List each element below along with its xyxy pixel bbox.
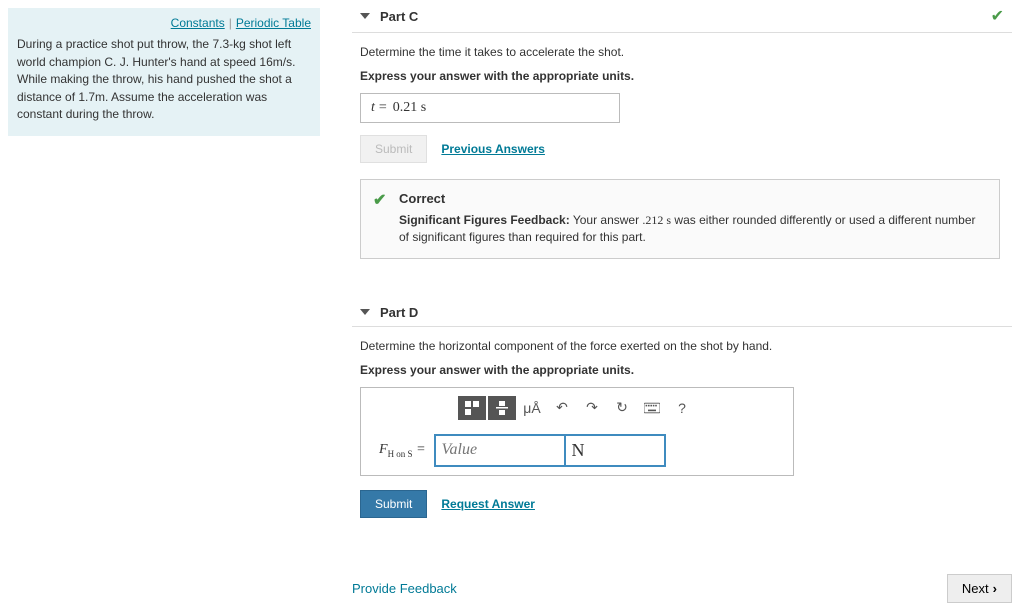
part-d-var-label: FH on S = (379, 442, 426, 459)
link-separator: | (225, 16, 236, 30)
unit-symbol-button[interactable]: μÅ (518, 396, 546, 420)
part-c-complete-check-icon: ✔ (991, 6, 1004, 26)
constants-link[interactable]: Constants (171, 16, 225, 30)
part-d-value-input[interactable] (436, 436, 566, 465)
part-c-value: 0.21 s (393, 100, 426, 116)
part-d-unit-input[interactable] (566, 436, 664, 465)
undo-icon[interactable]: ↶ (548, 396, 576, 420)
periodic-table-link[interactable]: Periodic Table (236, 16, 311, 30)
part-d-header[interactable]: Part D (352, 299, 1012, 327)
feedback-body: Significant Figures Feedback: Your answe… (399, 212, 985, 246)
reset-icon[interactable]: ↻ (608, 396, 636, 420)
template-icon[interactable] (458, 396, 486, 420)
answer-toolbar: μÅ ↶ ↷ ↻ ? (369, 396, 785, 420)
problem-statement: During a practice shot put throw, the 7.… (17, 36, 311, 123)
previous-answers-link[interactable]: Previous Answers (441, 142, 545, 156)
provide-feedback-link[interactable]: Provide Feedback (352, 581, 457, 596)
feedback-title: Correct (399, 190, 985, 208)
part-c-express: Express your answer with the appropriate… (360, 69, 1004, 83)
part-c-submit-button: Submit (360, 135, 427, 163)
chevron-right-icon: › (993, 581, 997, 596)
keyboard-icon[interactable] (638, 396, 666, 420)
redo-icon[interactable]: ↷ (578, 396, 606, 420)
chevron-down-icon[interactable] (360, 13, 370, 19)
part-d-submit-button[interactable]: Submit (360, 490, 427, 518)
fraction-icon[interactable] (488, 396, 516, 420)
part-c-equals: = (375, 100, 393, 116)
part-d-express: Express your answer with the appropriate… (360, 363, 1004, 377)
part-d-prompt: Determine the horizontal component of th… (360, 339, 1004, 353)
part-d-title: Part D (380, 305, 418, 320)
part-c-prompt: Determine the time it takes to accelerat… (360, 45, 1004, 59)
part-c-header[interactable]: Part C ✔ (352, 0, 1012, 33)
chevron-down-icon[interactable] (360, 309, 370, 315)
part-c-title: Part C (380, 9, 418, 24)
correct-check-icon: ✔ (373, 190, 386, 212)
part-c-answer-box: t = 0.21 s (360, 93, 620, 123)
part-d-input-group: μÅ ↶ ↷ ↻ ? FH on S = (360, 387, 794, 476)
help-icon[interactable]: ? (668, 396, 696, 420)
next-button[interactable]: Next› (947, 574, 1012, 603)
part-c-feedback: ✔ Correct Significant Figures Feedback: … (360, 179, 1000, 259)
request-answer-link[interactable]: Request Answer (441, 497, 535, 511)
